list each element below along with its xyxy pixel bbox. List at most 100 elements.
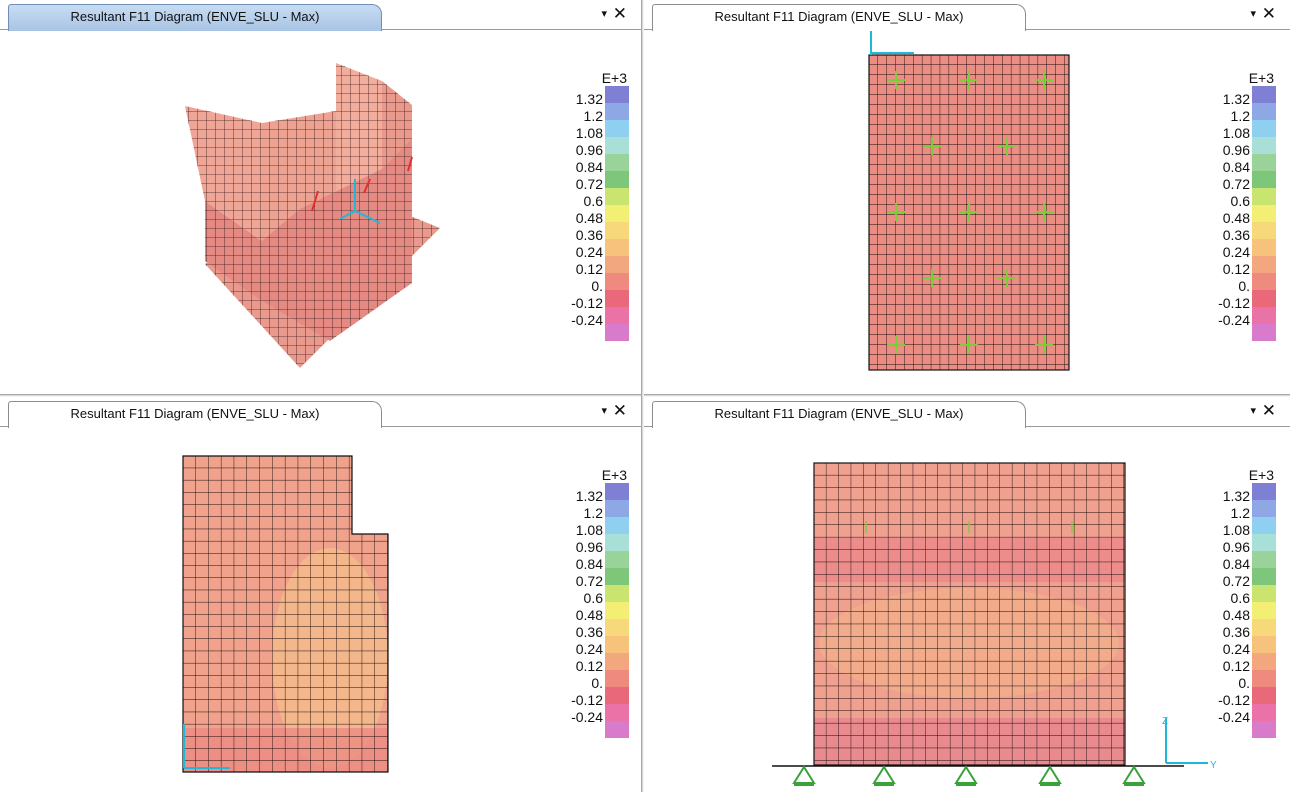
legend-label: 1.08 — [1222, 522, 1250, 538]
dropdown-icon[interactable]: ▾ — [1250, 403, 1256, 419]
legend-label: 0.96 — [575, 539, 603, 555]
legend-label: 0.48 — [575, 607, 603, 623]
legend-label: 0.84 — [575, 159, 603, 175]
legend-label: -0.24 — [1218, 709, 1250, 725]
legend-swatch — [1252, 534, 1276, 551]
legend-swatch — [605, 585, 629, 602]
legend-label: 0.6 — [583, 590, 603, 606]
legend-label: 0.36 — [1222, 624, 1250, 640]
legend-label: 1.08 — [1222, 125, 1250, 141]
color-legend: E+3 1.32 1.2 1.08 0.96 0.84 0.72 0.6 0.48 0.36 0.2… — [545, 70, 635, 352]
legend-swatch — [605, 551, 629, 568]
tab-bar: Resultant F11 Diagram (ENVE_SLU - Max) ▾… — [0, 0, 641, 31]
legend-label: 0.12 — [575, 261, 603, 277]
legend-swatch — [1252, 483, 1276, 500]
tab-diagram[interactable]: Resultant F11 Diagram (ENVE_SLU - Max) — [8, 401, 382, 428]
legend-label: 0.36 — [1222, 227, 1250, 243]
legend-swatch — [1252, 86, 1276, 103]
legend-label: 0.96 — [1222, 539, 1250, 555]
legend-swatch — [1252, 500, 1276, 517]
tab-bar: Resultant F11 Diagram (ENVE_SLU - Max) ▾… — [644, 0, 1290, 31]
legend-swatch — [1252, 256, 1276, 273]
legend-swatch — [1252, 721, 1276, 738]
legend-swatch — [1252, 222, 1276, 239]
legend-label: 0.6 — [1230, 193, 1250, 209]
legend-swatch — [1252, 636, 1276, 653]
legend-label: -0.12 — [571, 295, 603, 311]
dropdown-icon[interactable]: ▾ — [601, 6, 607, 22]
legend-exponent: E+3 — [1248, 467, 1274, 483]
legend-swatch — [605, 222, 629, 239]
tab-diagram[interactable]: Resultant F11 Diagram (ENVE_SLU - Max) — [652, 401, 1026, 428]
legend-swatch — [1252, 517, 1276, 534]
legend-label: 0.96 — [1222, 142, 1250, 158]
legend-label: 1.32 — [575, 91, 603, 107]
legend-label: 1.2 — [583, 505, 603, 521]
legend-swatch — [1252, 120, 1276, 137]
legend-swatch — [605, 137, 629, 154]
legend-swatch — [1252, 307, 1276, 324]
legend-label: 0. — [1238, 675, 1250, 691]
close-icon[interactable]: ✕ — [613, 402, 627, 419]
legend-swatch — [605, 307, 629, 324]
legend-swatch — [1252, 585, 1276, 602]
legend-label: 0.84 — [575, 556, 603, 572]
legend-label: 1.08 — [575, 125, 603, 141]
legend-swatch — [605, 721, 629, 738]
legend-label: 0. — [1238, 278, 1250, 294]
close-icon[interactable]: ✕ — [1262, 402, 1276, 419]
legend-swatch — [605, 670, 629, 687]
legend-swatch — [1252, 154, 1276, 171]
legend-label: 0.24 — [575, 244, 603, 260]
pane-top-right: Resultant F11 Diagram (ENVE_SLU - Max) ▾… — [644, 0, 1290, 394]
legend-label: 0.48 — [1222, 210, 1250, 226]
close-icon[interactable]: ✕ — [613, 5, 627, 22]
legend-swatch — [605, 704, 629, 721]
legend-swatch — [1252, 704, 1276, 721]
legend-label: 0. — [591, 675, 603, 691]
legend-swatch — [1252, 103, 1276, 120]
legend-label: 1.2 — [583, 108, 603, 124]
color-legend: E+3 1.32 1.2 1.08 0.96 0.84 0.72 0.6 0.48 0.36 0.2… — [1192, 70, 1282, 352]
tab-bar: Resultant F11 Diagram (ENVE_SLU - Max) ▾… — [644, 397, 1290, 428]
legend-swatch — [605, 86, 629, 103]
dropdown-icon[interactable]: ▾ — [601, 403, 607, 419]
legend-swatch — [605, 239, 629, 256]
legend-swatch — [1252, 171, 1276, 188]
dropdown-icon[interactable]: ▾ — [1250, 6, 1256, 22]
legend-swatch — [605, 517, 629, 534]
legend-label: 1.2 — [1230, 108, 1250, 124]
legend-swatch — [1252, 290, 1276, 307]
tab-diagram[interactable]: Resultant F11 Diagram (ENVE_SLU - Max) — [652, 4, 1026, 31]
tab-diagram[interactable]: Resultant F11 Diagram (ENVE_SLU - Max) — [8, 4, 382, 31]
legend-label: 0.12 — [1222, 261, 1250, 277]
legend-swatch — [605, 120, 629, 137]
legend-swatch — [1252, 137, 1276, 154]
legend-exponent: E+3 — [1248, 70, 1274, 86]
legend-label: 0.6 — [583, 193, 603, 209]
legend-label: 0.72 — [1222, 573, 1250, 589]
legend-label: 0.72 — [575, 573, 603, 589]
legend-label: 0.12 — [575, 658, 603, 674]
close-icon[interactable]: ✕ — [1262, 5, 1276, 22]
support-icons — [792, 765, 1146, 786]
legend-label: 0.24 — [1222, 244, 1250, 260]
legend-swatch — [1252, 687, 1276, 704]
legend-swatch — [605, 483, 629, 500]
legend-label: -0.24 — [571, 709, 603, 725]
legend-label: 0. — [591, 278, 603, 294]
legend-swatch — [1252, 188, 1276, 205]
legend-swatch — [605, 273, 629, 290]
legend-exponent: E+3 — [601, 467, 627, 483]
legend-swatch — [1252, 653, 1276, 670]
legend-swatch — [605, 602, 629, 619]
legend-swatch — [1252, 273, 1276, 290]
legend-exponent: E+3 — [601, 70, 627, 86]
legend-swatch — [605, 256, 629, 273]
legend-label: 0.36 — [575, 624, 603, 640]
legend-label: -0.24 — [571, 312, 603, 328]
legend-label: 1.08 — [575, 522, 603, 538]
legend-swatch — [1252, 205, 1276, 222]
legend-swatch — [1252, 568, 1276, 585]
legend-label: 0.36 — [575, 227, 603, 243]
